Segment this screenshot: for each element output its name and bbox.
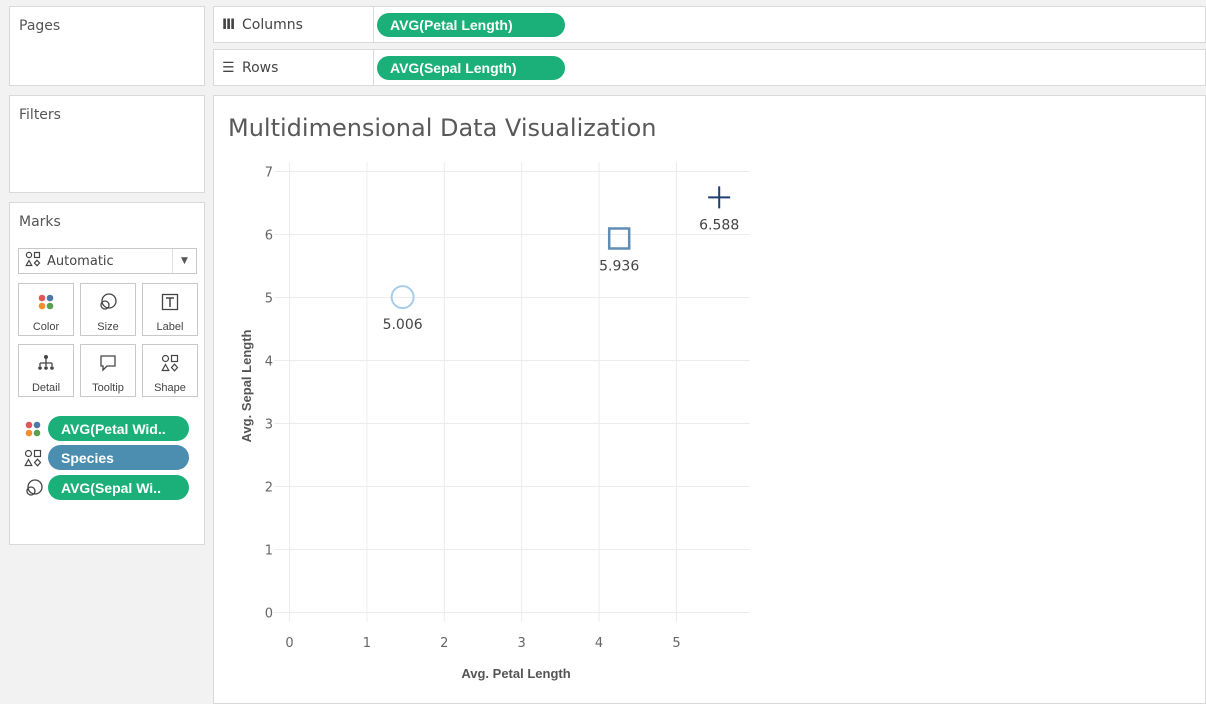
x-tick-label: 0 [285, 636, 293, 651]
columns-shelf-label: Ⅲ Columns [214, 7, 374, 42]
color-button-label: Color [32, 321, 60, 333]
y-tick-label: 4 [265, 354, 273, 369]
size-button[interactable]: Size [80, 283, 136, 336]
x-axis-title: Avg. Petal Length [461, 666, 570, 681]
avg-petal-length-pill[interactable]: AVG(Petal Length) [377, 13, 565, 37]
marks-pill-row-color: AVG(Petal Wid.. [24, 416, 189, 441]
rows-label-text: Rows [242, 59, 279, 76]
shape-icon [24, 449, 48, 467]
mark-type-dropdown[interactable]: Automatic ▼ [18, 248, 197, 274]
avg-petal-width-pill[interactable]: AVG(Petal Wid.. [48, 416, 189, 441]
marks-pill-row-shape: Species [24, 445, 189, 470]
data-label: 5.936 [599, 258, 639, 274]
scatter-point-square [607, 227, 631, 250]
rows-shelf[interactable]: ☰ Rows AVG(Sepal Length) [213, 49, 1206, 86]
size-icon [98, 292, 118, 312]
avg-sepal-width-pill[interactable]: AVG(Sepal Wi.. [48, 475, 189, 500]
avg-sepal-length-pill[interactable]: AVG(Sepal Length) [377, 56, 565, 80]
pages-title: Pages [19, 18, 61, 34]
x-tick-label: 1 [363, 636, 371, 651]
shape-button-label: Shape [154, 382, 186, 394]
viz-area: Multidimensional Data Visualization 0123… [213, 95, 1206, 704]
filters-title: Filters [19, 107, 61, 123]
chevron-down-icon[interactable]: ▼ [172, 249, 196, 273]
x-tick-label: 2 [440, 636, 448, 651]
mark-type-value: Automatic [47, 253, 114, 269]
y-tick-label: 3 [265, 418, 273, 433]
detail-button[interactable]: Detail [18, 344, 74, 397]
rows-icon: ☰ [222, 59, 235, 76]
scatter-chart: 0 1 2 3 4 5 6 7 0 1 2 3 4 5 Avg. Petal Length Avg. Sepa… [239, 162, 750, 681]
data-label: 6.588 [699, 217, 739, 233]
color-dots-icon [37, 292, 55, 312]
tooltip-icon [99, 353, 117, 373]
shape-button[interactable]: Shape [142, 344, 198, 397]
y-tick-label: 0 [265, 607, 273, 622]
size-icon [24, 478, 48, 498]
detail-button-label: Detail [31, 382, 61, 394]
y-tick-label: 6 [265, 228, 273, 243]
y-tick-label: 7 [265, 165, 273, 180]
marks-pill-row-size: AVG(Sepal Wi.. [24, 475, 189, 500]
shape-icon [25, 251, 41, 271]
label-button[interactable]: Label [142, 283, 198, 336]
shape-icon [161, 353, 179, 373]
columns-icon: Ⅲ [222, 16, 236, 33]
label-icon [161, 292, 179, 312]
detail-icon [37, 353, 55, 373]
x-tick-label: 4 [595, 636, 603, 651]
data-label: 5.006 [383, 317, 423, 333]
x-tick-label: 3 [518, 636, 526, 651]
marks-title: Marks [19, 214, 61, 230]
pages-panel[interactable]: Pages [9, 6, 205, 86]
columns-label-text: Columns [242, 16, 303, 33]
label-button-label: Label [156, 321, 184, 333]
size-button-label: Size [97, 321, 119, 333]
tableau-worksheet: Pages Filters Marks Automatic ▼ Color Si… [0, 0, 1206, 704]
y-tick-label: 2 [265, 481, 273, 496]
tooltip-button[interactable]: Tooltip [80, 344, 136, 397]
x-tick-label: 5 [672, 636, 680, 651]
scatter-point-cross [708, 186, 731, 209]
filters-panel[interactable]: Filters [9, 95, 205, 193]
y-axis-title: Avg. Sepal Length [239, 329, 254, 442]
marks-panel: Marks Automatic ▼ Color Size Label Detai… [9, 202, 205, 545]
y-tick-label: 1 [265, 544, 273, 559]
tooltip-button-label: Tooltip [92, 382, 124, 394]
color-button[interactable]: Color [18, 283, 74, 336]
rows-shelf-label: ☰ Rows [214, 50, 374, 85]
species-pill[interactable]: Species [48, 445, 189, 470]
color-dots-icon [24, 420, 48, 438]
columns-shelf[interactable]: Ⅲ Columns AVG(Petal Length) [213, 6, 1206, 43]
y-tick-label: 5 [265, 291, 273, 306]
